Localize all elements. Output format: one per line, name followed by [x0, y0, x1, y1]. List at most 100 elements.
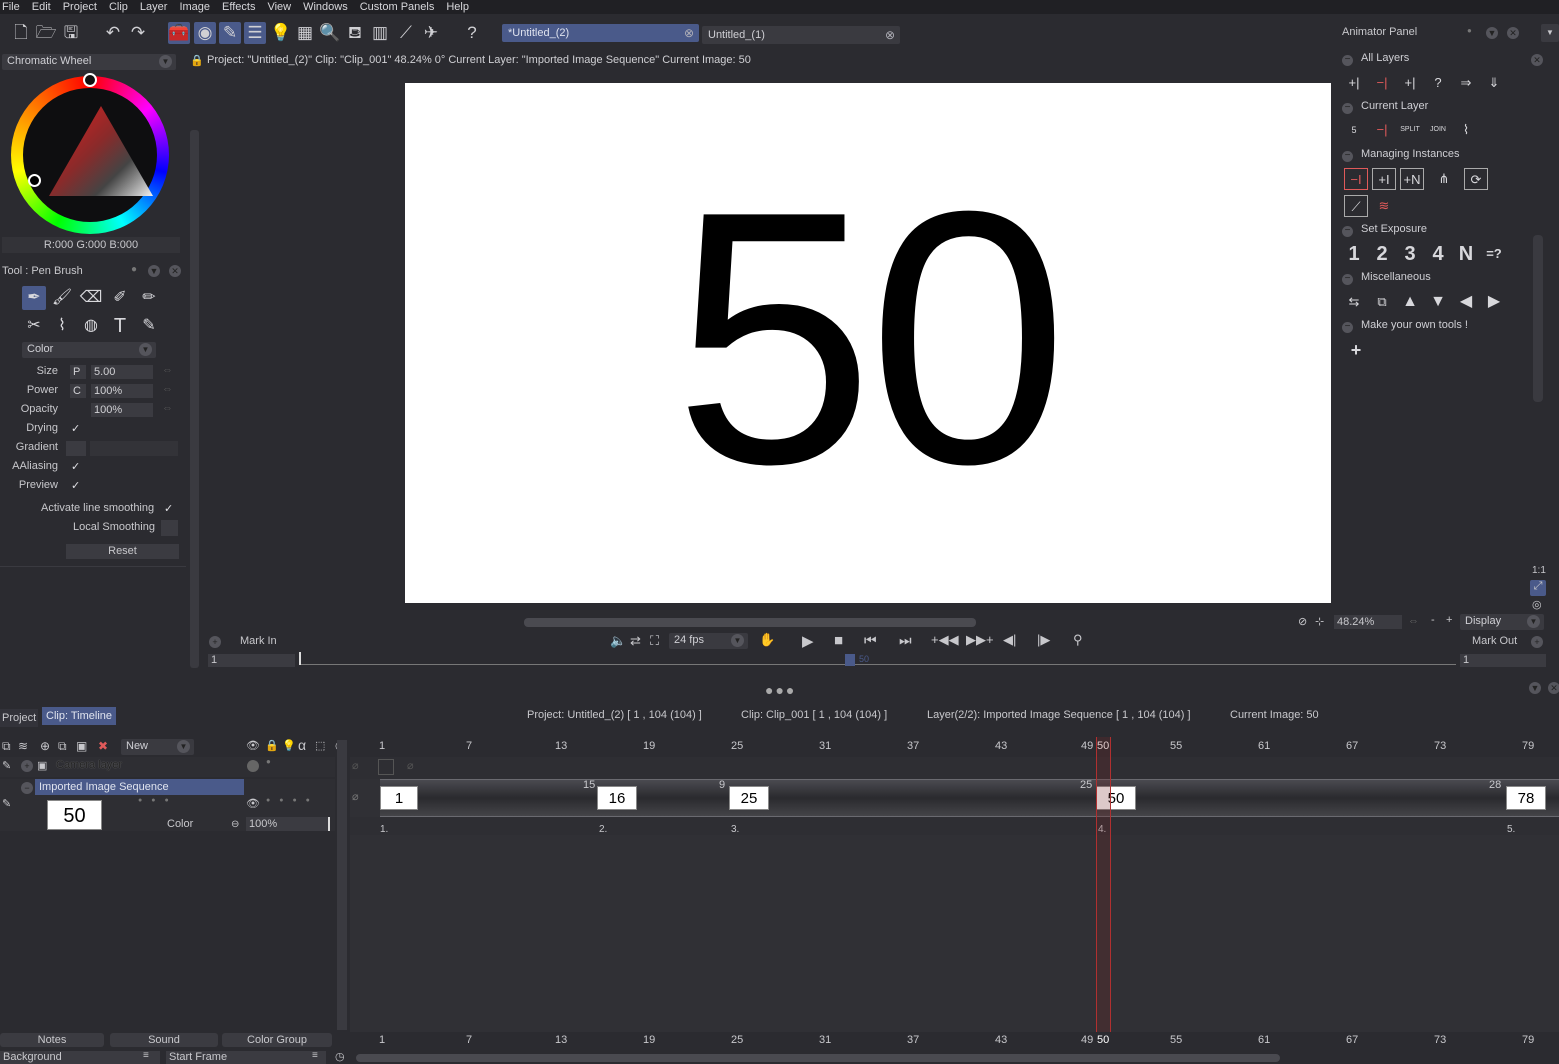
stop-icon[interactable]: ■: [834, 632, 843, 649]
link-icon[interactable]: ⇔: [162, 364, 173, 376]
menu-image[interactable]: Image: [176, 1, 219, 13]
frame-thumb-78[interactable]: 78: [1506, 786, 1546, 810]
fps-select[interactable]: 24 fps ▼: [669, 633, 748, 649]
layers-icon[interactable]: ☰: [244, 22, 266, 44]
gradient-toggle[interactable]: [66, 441, 86, 456]
eye-icon[interactable]: 👁: [246, 797, 260, 810]
menu-layer[interactable]: Layer: [137, 1, 177, 13]
viewer[interactable]: 50: [207, 70, 1334, 615]
split-icon[interactable]: SPLIT: [1398, 119, 1422, 141]
center-view-icon[interactable]: ⊹: [1315, 615, 1324, 628]
graph-icon[interactable]: ⟋: [395, 22, 417, 44]
camera-cell[interactable]: [378, 759, 394, 775]
brush-icon[interactable]: 🖌: [50, 286, 74, 310]
fullscreen-icon[interactable]: ⛶: [650, 633, 659, 649]
close-icon[interactable]: ✕: [1548, 682, 1559, 694]
scrub-track[interactable]: [299, 664, 1456, 665]
color-mode-select[interactable]: Chromatic Wheel ▼: [2, 54, 176, 70]
color-group-button[interactable]: Color Group: [222, 1033, 332, 1047]
collapse-icon[interactable]: ▼: [148, 265, 160, 277]
toolbox-icon[interactable]: 🧰: [168, 22, 190, 44]
close-icon[interactable]: ✕: [1507, 27, 1519, 39]
add-icon[interactable]: +: [1531, 636, 1543, 648]
canvas[interactable]: 50: [405, 83, 1331, 603]
color-wheel[interactable]: [11, 73, 169, 234]
add-instance-icon[interactable]: +I: [1372, 168, 1396, 190]
exposure-bar[interactable]: [380, 779, 1559, 817]
sound-button[interactable]: Sound: [110, 1033, 218, 1047]
frame-thumb-16[interactable]: 16: [597, 786, 637, 810]
background-field[interactable]: Background: [0, 1051, 160, 1064]
section-make-own-tools[interactable]: − Make your own tools !: [1342, 319, 1468, 333]
knife-icon[interactable]: ✂: [22, 314, 46, 338]
light-table-icon[interactable]: 💡: [270, 22, 292, 44]
group-layer-icon[interactable]: ▣: [76, 739, 87, 753]
shift-down-icon[interactable]: ⇓: [1482, 72, 1506, 94]
camera-icon[interactable]: ◎: [1532, 598, 1542, 611]
prev-frame-icon[interactable]: ◀|: [1003, 632, 1016, 648]
select-icon[interactable]: ⬚: [315, 739, 325, 752]
last-frame-icon[interactable]: ⏭: [899, 632, 912, 649]
layer-list-scrollbar[interactable]: [337, 740, 347, 1030]
section-current-layer[interactable]: − Current Layer: [1342, 100, 1428, 114]
undo-icon[interactable]: ↶: [102, 22, 124, 44]
exposure-1-button[interactable]: 1: [1342, 243, 1366, 265]
exposure-3-button[interactable]: 3: [1398, 243, 1422, 265]
add-tool-icon[interactable]: +: [1344, 339, 1368, 361]
exposure-2-button[interactable]: 2: [1370, 243, 1394, 265]
mark-out-field[interactable]: 1: [1460, 654, 1546, 667]
collapse-icon[interactable]: ▼: [1486, 27, 1498, 39]
visibility-dot[interactable]: [247, 760, 259, 772]
drying-checkbox[interactable]: ✓: [71, 422, 80, 435]
layer-mode[interactable]: Color: [167, 818, 193, 830]
display-select[interactable]: Display ▼: [1460, 614, 1544, 630]
zoom-in-button[interactable]: +: [1446, 614, 1452, 626]
start-frame-field[interactable]: Start Frame: [166, 1051, 326, 1064]
new-file-icon[interactable]: 🗋: [10, 22, 32, 44]
panel-menu-icon[interactable]: ▼: [1541, 24, 1559, 42]
lock-icon[interactable]: 🔒: [190, 54, 204, 67]
menu-effects[interactable]: Effects: [219, 1, 264, 13]
pencil-icon[interactable]: ✏: [137, 286, 161, 310]
add-exposure-icon[interactable]: +|: [1342, 72, 1366, 94]
first-frame-icon[interactable]: ⏮: [864, 632, 877, 649]
exposure-n-button[interactable]: N: [1454, 243, 1478, 265]
hand-icon[interactable]: ✋: [759, 632, 775, 648]
copy-layer-icon[interactable]: ⧉: [1370, 291, 1394, 313]
color-triangle[interactable]: [49, 106, 153, 196]
left-icon[interactable]: ◀: [1454, 291, 1478, 313]
next-key-icon[interactable]: ▶▶+: [966, 632, 994, 648]
five-frames-icon[interactable]: 5: [1342, 119, 1366, 141]
viewer-horizontal-scrollbar[interactable]: [524, 618, 976, 627]
remove-frame-icon[interactable]: −|: [1370, 119, 1394, 141]
menu-edit[interactable]: Edit: [29, 1, 60, 13]
preview-checkbox[interactable]: ✓: [71, 479, 80, 492]
new-instance-icon[interactable]: +N: [1400, 168, 1424, 190]
tool-color-mode-select[interactable]: Color ▼: [22, 342, 156, 358]
close-icon[interactable]: ✕: [1531, 54, 1543, 66]
drag-handle-icon[interactable]: ●●●: [765, 682, 796, 698]
close-icon[interactable]: ✕: [169, 265, 181, 277]
menu-clip[interactable]: Clip: [106, 1, 137, 13]
power-field[interactable]: 100%: [91, 384, 153, 398]
layer-row[interactable]: ✎ − Imported Image Sequence 50 ●●● 👁 ●●●…: [0, 779, 335, 831]
blend-icon[interactable]: ✎: [137, 314, 161, 338]
next-frame-icon[interactable]: |▶: [1037, 632, 1050, 648]
speaker-icon[interactable]: 🔈: [610, 633, 626, 649]
exposure-query-button[interactable]: =?: [1482, 243, 1506, 265]
query-exposure-icon[interactable]: ?: [1426, 72, 1450, 94]
prev-key-icon[interactable]: +◀◀: [931, 632, 959, 648]
eye-icon[interactable]: 👁: [246, 739, 260, 752]
lock-icon[interactable]: 🔒: [265, 739, 279, 752]
color-picker-handle[interactable]: [28, 174, 41, 187]
tree-icon[interactable]: ⋔: [1432, 168, 1456, 190]
menu-view[interactable]: View: [264, 1, 300, 13]
marker-icon[interactable]: ✐: [108, 286, 132, 310]
alpha-icon[interactable]: α: [298, 737, 306, 753]
new-layer-select[interactable]: New ▼: [121, 739, 194, 755]
gradient-preview[interactable]: [90, 441, 178, 456]
eyedropper-icon[interactable]: ⌇: [50, 314, 74, 338]
link-icon[interactable]: ⇔: [162, 402, 173, 414]
menu-file[interactable]: File: [0, 1, 29, 13]
right-icon[interactable]: ▶: [1482, 291, 1506, 313]
